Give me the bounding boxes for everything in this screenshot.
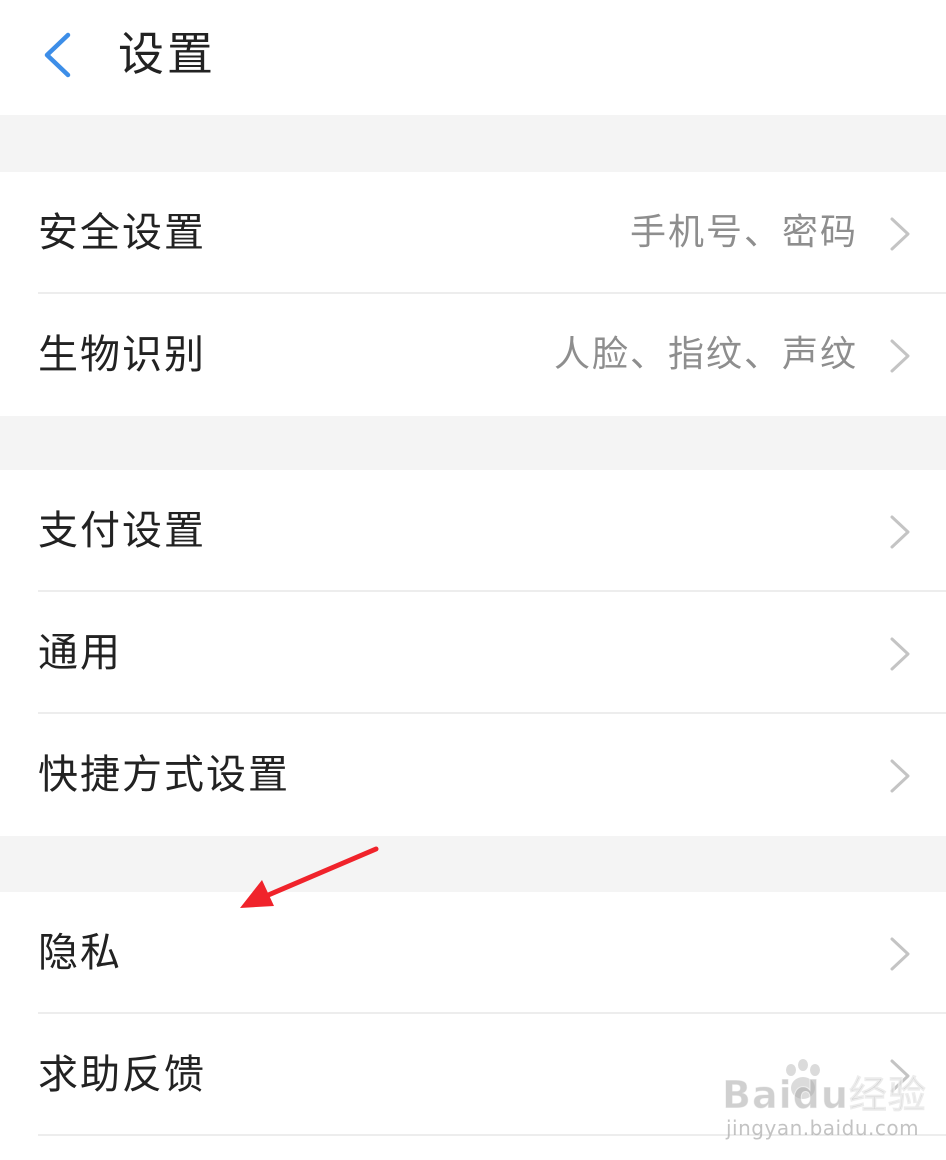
row-label: 生物识别 (38, 332, 206, 378)
annotation-arrow-icon (240, 846, 379, 908)
watermark-text: Baidu经验 (722, 1073, 927, 1118)
row-label: 隐私 (38, 930, 122, 976)
chevron-right-icon (890, 217, 910, 251)
chevron-right-icon (890, 759, 910, 793)
row-label: 安全设置 (38, 210, 206, 256)
row-payment-settings[interactable]: 支付设置 (0, 470, 946, 592)
row-label: 快捷方式设置 (38, 752, 290, 798)
chevron-right-icon (890, 937, 910, 971)
top-bar: 设置 (0, 0, 946, 115)
baidu-watermark: Baidu经验 jingyan.baidu.com (722, 1058, 932, 1144)
page-title: 设置 (118, 27, 216, 81)
row-label: 支付设置 (38, 508, 206, 554)
row-value: 手机号、密码 (629, 212, 858, 253)
settings-group-general: 支付设置 通用 快捷方式设置 (0, 470, 946, 836)
settings-page: 设置 安全设置 手机号、密码 生物识别 人脸、指纹、声纹 支付设置 通用 快捷方… (0, 0, 946, 1160)
row-general[interactable]: 通用 (0, 592, 946, 714)
settings-group-account: 安全设置 手机号、密码 生物识别 人脸、指纹、声纹 (0, 172, 946, 416)
row-label: 通用 (38, 630, 122, 676)
chevron-right-icon (890, 515, 910, 549)
chevron-right-icon (890, 637, 910, 671)
row-label: 求助反馈 (38, 1052, 206, 1098)
row-security-settings[interactable]: 安全设置 手机号、密码 (0, 172, 946, 294)
chevron-left-icon (44, 32, 71, 78)
row-privacy[interactable]: 隐私 (0, 892, 946, 1014)
chevron-right-icon (890, 339, 910, 373)
row-value: 人脸、指纹、声纹 (553, 334, 858, 375)
row-shortcut-settings[interactable]: 快捷方式设置 (0, 714, 946, 836)
back-button[interactable] (28, 22, 84, 88)
watermark-url: jingyan.baidu.com (726, 1116, 920, 1140)
row-biometrics[interactable]: 生物识别 人脸、指纹、声纹 (0, 294, 946, 416)
